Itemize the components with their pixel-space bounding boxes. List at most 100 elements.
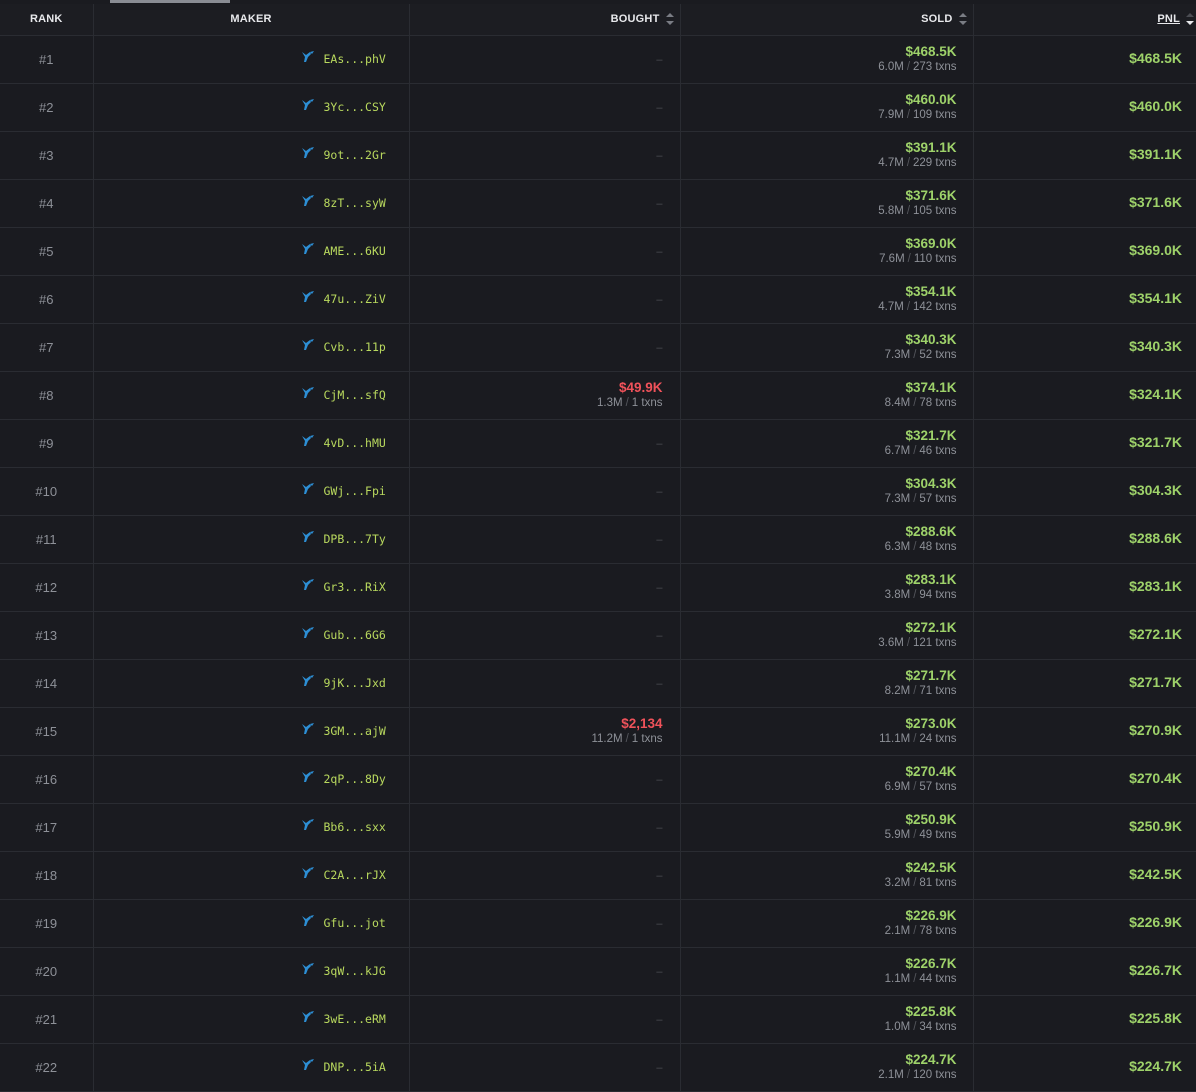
sold-amount: $371.6K [905, 188, 957, 203]
maker-address[interactable]: 8zT...syW [324, 196, 386, 210]
table-row[interactable]: #22 DNP...5iA – $224.7K 2.1M/120 txns $224.7K [0, 1043, 1196, 1092]
maker-address[interactable]: Gub...6G6 [324, 628, 386, 642]
maker-address[interactable]: 3qW...kJG [324, 964, 386, 978]
table-row[interactable]: #17 Bb6...sxx – $250.9K 5.9M/49 txns $250.9K [0, 803, 1196, 852]
empty-value: – [656, 534, 663, 546]
maker-address[interactable]: 47u...ZiV [324, 292, 386, 306]
rank-cell: #8 [0, 371, 94, 420]
maker-cell[interactable]: 8zT...syW [93, 179, 410, 228]
table-row[interactable]: #13 Gub...6G6 – $272.1K 3.6M/121 txns $272.1K [0, 611, 1196, 660]
maker-address[interactable]: 9jK...Jxd [324, 676, 386, 690]
whale-icon [301, 770, 315, 788]
whale-icon [301, 1058, 315, 1076]
maker-cell[interactable]: Gr3...RiX [93, 563, 410, 612]
maker-address[interactable]: GWj...Fpi [324, 484, 386, 498]
table-row[interactable]: #1 EAs...phV – $468.5K 6.0M/273 txns $468.5K [0, 35, 1196, 84]
maker-address[interactable]: 4vD...hMU [324, 436, 386, 450]
maker-address[interactable]: AME...6KU [324, 244, 386, 258]
maker-address[interactable]: Gr3...RiX [324, 580, 386, 594]
bought-amount: $49.9K [618, 380, 663, 395]
bought-header[interactable]: BOUGHT [409, 4, 681, 36]
maker-cell[interactable]: Bb6...sxx [93, 803, 410, 852]
maker-cell[interactable]: 3Yc...CSY [93, 83, 410, 132]
table-row[interactable]: #10 GWj...Fpi – $304.3K 7.3M/57 txns $304.3K [0, 467, 1196, 516]
pnl-cell: $270.9K [973, 707, 1196, 756]
table-row[interactable]: #7 Cvb...11p – $340.3K 7.3M/52 txns $340.3K [0, 323, 1196, 372]
maker-cell[interactable]: 9ot...2Gr [93, 131, 410, 180]
maker-cell[interactable]: Cvb...11p [93, 323, 410, 372]
maker-address[interactable]: 3GM...ajW [324, 724, 386, 738]
maker-cell[interactable]: GWj...Fpi [93, 467, 410, 516]
maker-address[interactable]: DNP...5iA [324, 1060, 386, 1074]
maker-address[interactable]: 3wE...eRM [324, 1012, 386, 1026]
sold-cell: $250.9K 5.9M/49 txns [680, 803, 974, 852]
maker-cell[interactable]: C2A...rJX [93, 851, 410, 900]
pnl-value: $226.7K [1129, 962, 1182, 978]
maker-address[interactable]: C2A...rJX [324, 868, 386, 882]
pnl-header[interactable]: PNL [973, 4, 1196, 36]
sort-arrows-icon[interactable] [958, 13, 967, 26]
maker-address[interactable]: CjM...sfQ [324, 388, 386, 402]
table-row[interactable]: #15 3GM...ajW $2,134 11.2M/1 txns $273.0K 11.… [0, 707, 1196, 756]
maker-cell[interactable]: 3qW...kJG [93, 947, 410, 996]
maker-cell[interactable]: DNP...5iA [93, 1043, 410, 1092]
maker-address[interactable]: 2qP...8Dy [324, 772, 386, 786]
table-row[interactable]: #20 3qW...kJG – $226.7K 1.1M/44 txns $226.7K [0, 947, 1196, 996]
table-row[interactable]: #5 AME...6KU – $369.0K 7.6M/110 txns $369.0K [0, 227, 1196, 276]
maker-cell[interactable]: CjM...sfQ [93, 371, 410, 420]
table-row[interactable]: #6 47u...ZiV – $354.1K 4.7M/142 txns $354.1K [0, 275, 1196, 324]
maker-cell[interactable]: 3wE...eRM [93, 995, 410, 1044]
pnl-cell: $304.3K [973, 467, 1196, 516]
maker-address[interactable]: Bb6...sxx [324, 820, 386, 834]
sold-header[interactable]: SOLD [680, 4, 974, 36]
sold-cell: $224.7K 2.1M/120 txns [680, 1043, 974, 1092]
bought-cell: – [409, 419, 681, 468]
maker-address[interactable]: EAs...phV [324, 52, 386, 66]
sold-amount: $283.1K [905, 572, 957, 587]
empty-value: – [656, 54, 663, 66]
bought-cell: – [409, 35, 681, 84]
maker-cell[interactable]: Gfu...jot [93, 899, 410, 948]
maker-cell[interactable]: 9jK...Jxd [93, 659, 410, 708]
sold-amount: $226.9K [905, 908, 957, 923]
rank-header: RANK [0, 4, 94, 36]
table-row[interactable]: #8 CjM...sfQ $49.9K 1.3M/1 txns $374.1K 8.4M /… [0, 371, 1196, 420]
pnl-value: $340.3K [1129, 338, 1182, 354]
table-row[interactable]: #4 8zT...syW – $371.6K 5.8M/105 txns $371.6K [0, 179, 1196, 228]
pnl-cell: $250.9K [973, 803, 1196, 852]
maker-cell[interactable]: Gub...6G6 [93, 611, 410, 660]
table-row[interactable]: #11 DPB...7Ty – $288.6K 6.3M/48 txns $288.6K [0, 515, 1196, 564]
maker-cell[interactable]: 3GM...ajW [93, 707, 410, 756]
table-row[interactable]: #16 2qP...8Dy – $270.4K 6.9M/57 txns $270.4K [0, 755, 1196, 804]
active-tab-indicator [110, 0, 230, 3]
table-row[interactable]: #3 9ot...2Gr – $391.1K 4.7M/229 txns $391.1K [0, 131, 1196, 180]
table-row[interactable]: #19 Gfu...jot – $226.9K 2.1M/78 txns $226.9K [0, 899, 1196, 948]
sort-desc-icon[interactable] [1186, 13, 1194, 26]
table-row[interactable]: #14 9jK...Jxd – $271.7K 8.2M/71 txns $271.7K [0, 659, 1196, 708]
table-row[interactable]: #12 Gr3...RiX – $283.1K 3.8M/94 txns $283.1K [0, 563, 1196, 612]
whale-icon [301, 626, 315, 644]
maker-address[interactable]: 3Yc...CSY [324, 100, 386, 114]
empty-value: – [656, 870, 663, 882]
rank-cell: #19 [0, 899, 94, 948]
sold-cell: $460.0K 7.9M/109 txns [680, 83, 974, 132]
table-row[interactable]: #21 3wE...eRM – $225.8K 1.0M/34 txns $225.8K [0, 995, 1196, 1044]
maker-cell[interactable]: AME...6KU [93, 227, 410, 276]
maker-address[interactable]: Gfu...jot [324, 916, 386, 930]
maker-cell[interactable]: 2qP...8Dy [93, 755, 410, 804]
sold-detail: 4.7M/142 txns [878, 301, 957, 313]
table-row[interactable]: #2 3Yc...CSY – $460.0K 7.9M/109 txns $460.0K [0, 83, 1196, 132]
maker-cell[interactable]: 47u...ZiV [93, 275, 410, 324]
maker-address[interactable]: Cvb...11p [324, 340, 386, 354]
table-row[interactable]: #9 4vD...hMU – $321.7K 6.7M/46 txns $321.7K [0, 419, 1196, 468]
maker-cell[interactable]: 4vD...hMU [93, 419, 410, 468]
table-row[interactable]: #18 C2A...rJX – $242.5K 3.2M/81 txns $242.5K [0, 851, 1196, 900]
maker-cell[interactable]: EAs...phV [93, 35, 410, 84]
rank-cell: #14 [0, 659, 94, 708]
sort-arrows-icon[interactable] [665, 13, 674, 26]
maker-address[interactable]: DPB...7Ty [324, 532, 386, 546]
rank-cell: #4 [0, 179, 94, 228]
maker-address[interactable]: 9ot...2Gr [324, 148, 386, 162]
maker-cell[interactable]: DPB...7Ty [93, 515, 410, 564]
empty-value: – [656, 966, 663, 978]
